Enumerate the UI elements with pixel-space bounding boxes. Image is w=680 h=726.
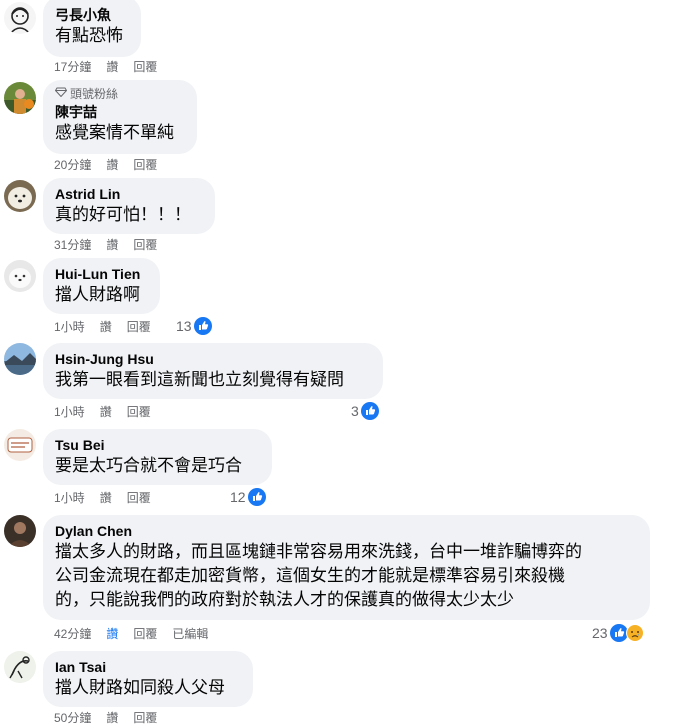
reaction-count[interactable]: 23	[592, 624, 644, 642]
badge-label: 頭號粉絲	[70, 86, 119, 101]
comment-text-line-3: 的，只能說我們的政府對於執法人才的保護真的做得太少太少	[55, 590, 514, 609]
comment-actions: 42分鐘 讚 回覆 已編輯	[54, 626, 223, 642]
reply-button[interactable]: 回覆	[133, 237, 157, 253]
comment-text: 擋人財路啊	[55, 285, 140, 304]
reply-button[interactable]: 回覆	[127, 404, 151, 420]
avatar[interactable]	[4, 2, 36, 34]
like-button[interactable]: 讚	[100, 404, 112, 420]
sad-reaction-icon	[625, 624, 644, 642]
comment-text-line-2: 公司金流現在都走加密貨幣，這個女生的才能就是標準容易引來殺機	[55, 566, 565, 585]
comment-bubble: Hsin-Jung Hsu 我第一眼看到這新聞也立刻覺得有疑問	[43, 343, 383, 399]
reply-button[interactable]: 回覆	[133, 59, 157, 75]
comment-actions: 17分鐘 讚 回覆	[54, 59, 172, 75]
commenter-name[interactable]: Hui-Lun Tien	[55, 265, 148, 283]
like-button[interactable]: 讚	[106, 157, 118, 173]
comment-bubble: 弓長小魚 有點恐怖	[43, 0, 141, 57]
comment-time[interactable]: 1小時	[54, 319, 85, 335]
comment-bubble: Dylan Chen 擋太多人的財路，而且區塊鏈非常容易用來洗錢，台中一堆詐騙博…	[43, 515, 650, 620]
comment-actions: 20分鐘 讚 回覆	[54, 157, 172, 173]
diamond-icon	[54, 86, 68, 100]
like-button[interactable]: 讚	[106, 59, 118, 75]
comment-bubble: Ian Tsai 擋人財路如同殺人父母	[43, 651, 253, 707]
comment-text: 擋人財路如同殺人父母	[55, 678, 225, 697]
reply-button[interactable]: 回覆	[133, 157, 157, 173]
comment-time[interactable]: 50分鐘	[54, 710, 91, 726]
commenter-name[interactable]: Astrid Lin	[55, 185, 203, 203]
edited-label[interactable]: 已編輯	[172, 626, 208, 642]
comment-text: 感覺案情不單純	[55, 123, 174, 142]
comment-text: 有點恐怖	[55, 26, 123, 45]
like-button[interactable]: 讚	[106, 237, 118, 253]
comment-actions: 1小時 讚 回覆	[54, 490, 166, 506]
comment-bubble: Tsu Bei 要是太巧合就不會是巧合	[43, 429, 272, 485]
comment-text: 我第一眼看到這新聞也立刻覺得有疑問	[55, 370, 344, 389]
reply-button[interactable]: 回覆	[133, 626, 157, 642]
reaction-count[interactable]: 3	[351, 402, 379, 420]
avatar[interactable]	[4, 180, 36, 212]
like-button[interactable]: 讚	[106, 626, 118, 642]
fan-badge: 頭號粉絲	[54, 85, 185, 101]
comment-text-line-1: 擋太多人的財路，而且區塊鏈非常容易用來洗錢，台中一堆詐騙博弈的	[55, 542, 582, 561]
comment-time[interactable]: 17分鐘	[54, 59, 91, 75]
comment-time[interactable]: 1小時	[54, 404, 85, 420]
commenter-name[interactable]: Ian Tsai	[55, 658, 241, 676]
reaction-number: 3	[351, 403, 359, 419]
avatar[interactable]	[4, 82, 36, 114]
comment-bubble: Hui-Lun Tien 擋人財路啊	[43, 258, 160, 314]
like-button[interactable]: 讚	[106, 710, 118, 726]
avatar[interactable]	[4, 260, 36, 292]
comment-bubble: Astrid Lin 真的好可怕！！！	[43, 178, 215, 234]
avatar[interactable]	[4, 515, 36, 547]
commenter-name[interactable]: 陳宇喆	[55, 103, 185, 121]
like-reaction-icon	[247, 488, 266, 506]
avatar[interactable]	[4, 429, 36, 461]
comment-text: 要是太巧合就不會是巧合	[55, 456, 242, 475]
comment-actions: 31分鐘 讚 回覆	[54, 237, 172, 253]
like-button[interactable]: 讚	[100, 319, 112, 335]
comment-time[interactable]: 1小時	[54, 490, 85, 506]
comment-time[interactable]: 20分鐘	[54, 157, 91, 173]
comment-actions: 1小時 讚 回覆	[54, 319, 166, 335]
commenter-name[interactable]: Dylan Chen	[55, 522, 638, 540]
comment-bubble: 頭號粉絲 陳宇喆 感覺案情不單純	[43, 80, 197, 154]
reply-button[interactable]: 回覆	[127, 490, 151, 506]
reaction-count[interactable]: 12	[230, 488, 266, 506]
like-button[interactable]: 讚	[100, 490, 112, 506]
comment-actions: 50分鐘 讚 回覆	[54, 710, 172, 726]
avatar[interactable]	[4, 343, 36, 375]
reply-button[interactable]: 回覆	[127, 319, 151, 335]
reaction-number: 23	[592, 625, 608, 641]
commenter-name[interactable]: 弓長小魚	[55, 6, 129, 24]
avatar[interactable]	[4, 651, 36, 683]
like-reaction-icon	[193, 317, 212, 335]
commenter-name[interactable]: Tsu Bei	[55, 436, 260, 454]
reply-button[interactable]: 回覆	[133, 710, 157, 726]
comment-time[interactable]: 31分鐘	[54, 237, 91, 253]
reaction-number: 13	[176, 318, 192, 334]
comment-text: 真的好可怕！！！	[55, 205, 191, 224]
commenter-name[interactable]: Hsin-Jung Hsu	[55, 350, 371, 368]
reaction-number: 12	[230, 489, 246, 505]
reaction-count[interactable]: 13	[176, 317, 212, 335]
like-reaction-icon	[360, 402, 379, 420]
comment-actions: 1小時 讚 回覆	[54, 404, 166, 420]
comment-time[interactable]: 42分鐘	[54, 626, 91, 642]
